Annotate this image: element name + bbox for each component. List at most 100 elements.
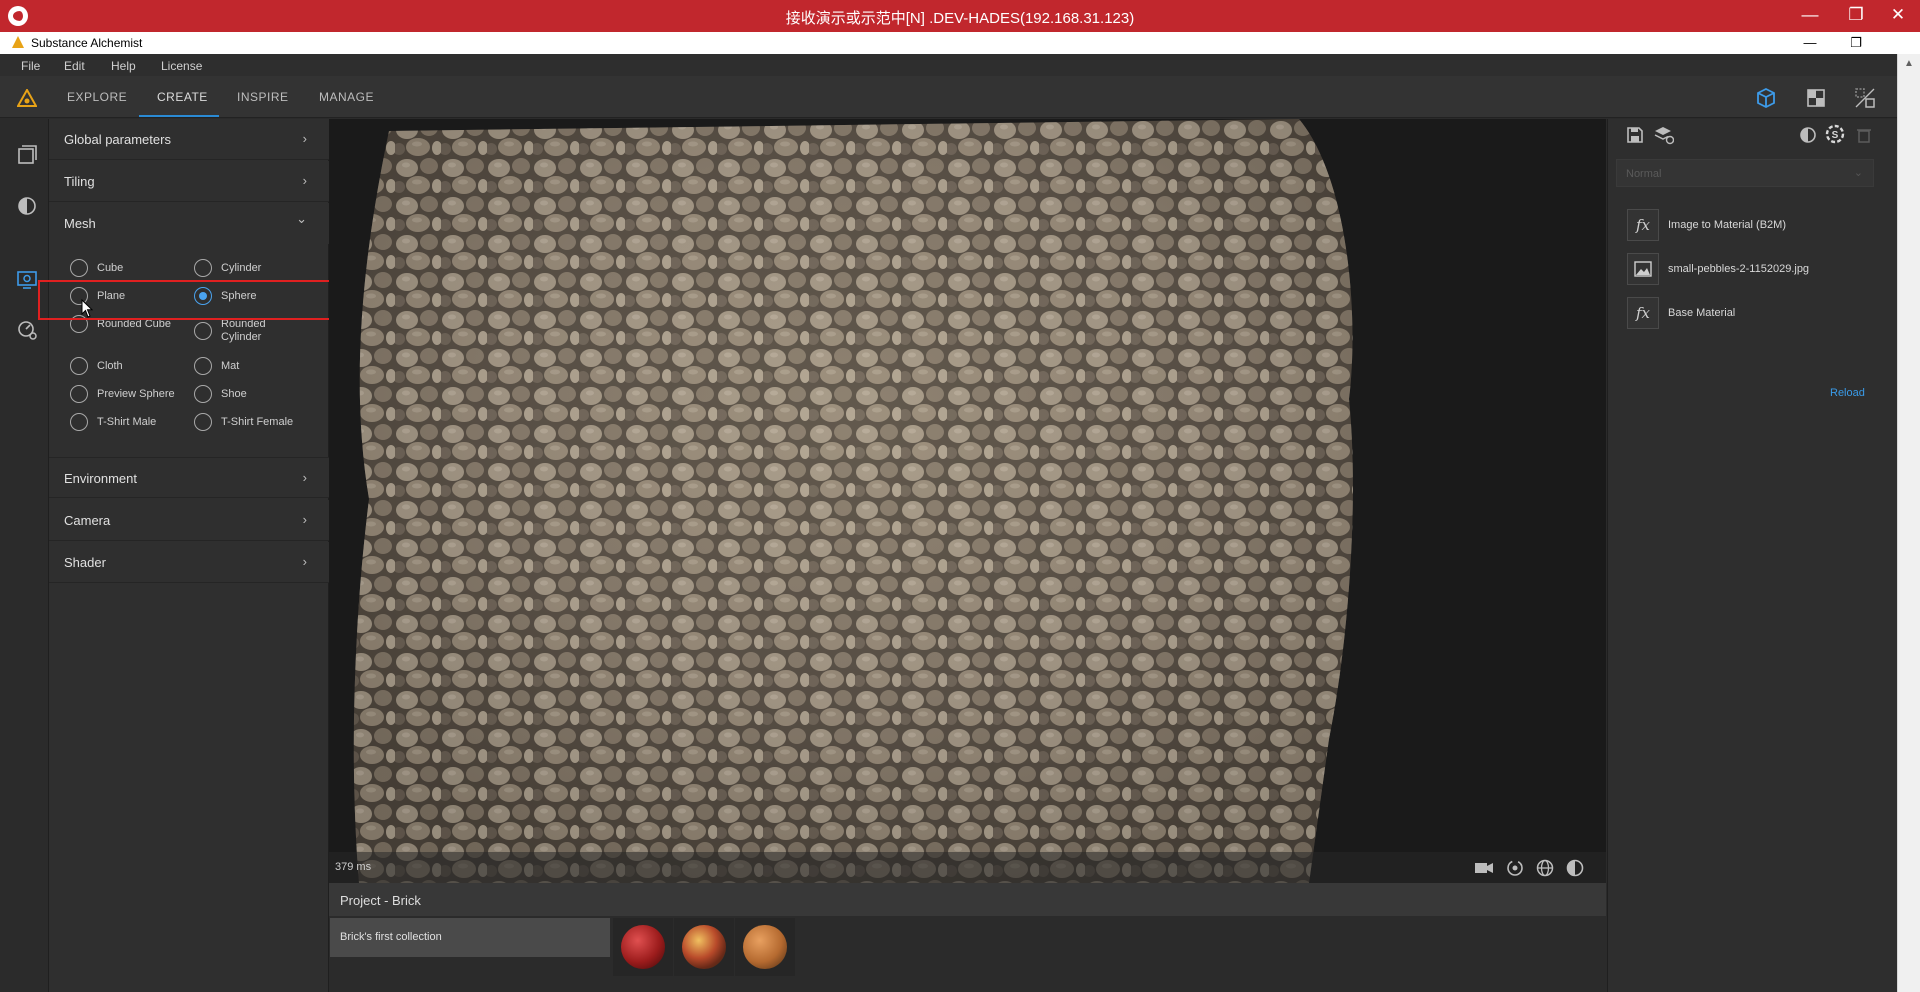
- radio-sphere[interactable]: [194, 287, 212, 305]
- add-layer-icon[interactable]: [1654, 125, 1674, 145]
- alchemist-logo-icon: [17, 89, 37, 107]
- radio-label-plane: Plane: [97, 290, 126, 302]
- fx-icon: fx: [1627, 297, 1659, 329]
- section-label: Mesh: [64, 216, 96, 231]
- remote-maximize-button[interactable]: ❐: [1836, 2, 1876, 28]
- tab-create[interactable]: CREATE: [157, 90, 208, 104]
- radio-cylinder[interactable]: [194, 259, 212, 277]
- image-icon: [1627, 253, 1659, 285]
- mixed-material-thumbnail: [682, 925, 726, 969]
- radio-label-sphere: Sphere: [221, 290, 257, 302]
- orange-material-thumbnail: [743, 925, 787, 969]
- 3d-viewport[interactable]: 379 ms: [329, 119, 1606, 883]
- mask-icon[interactable]: [1798, 125, 1818, 145]
- project-collections: Brick's first collection: [329, 916, 1606, 992]
- substance-icon[interactable]: S: [1824, 123, 1846, 145]
- remote-minimize-button[interactable]: —: [1790, 2, 1830, 28]
- blend-mode-value: Normal: [1626, 168, 1662, 180]
- rotate-light-icon[interactable]: [1504, 857, 1526, 879]
- settings-icon[interactable]: [16, 319, 38, 341]
- menu-license[interactable]: License: [161, 59, 202, 73]
- app-restore-button[interactable]: ❐: [1838, 33, 1874, 53]
- radio-cloth[interactable]: [70, 357, 88, 375]
- tab-explore[interactable]: EXPLORE: [67, 90, 127, 104]
- section-camera[interactable]: Camera ›: [49, 500, 329, 541]
- radio-label-mat: Mat: [221, 360, 240, 372]
- menu-file[interactable]: File: [21, 59, 40, 73]
- radio-label-cloth: Cloth: [97, 360, 123, 372]
- remote-desktop-title-bar: 接收演示或示范中[N] .DEV-HADES(192.168.31.123) —…: [0, 0, 1920, 32]
- main-toolbar: EXPLORE CREATE INSPIRE MANAGE: [0, 76, 1897, 118]
- radio-label-rounded-cube: Rounded Cube: [97, 318, 172, 330]
- material-thumbnail[interactable]: [735, 918, 795, 976]
- substance-logo-icon: [12, 36, 24, 48]
- active-tab-indicator: [139, 115, 219, 117]
- material-icon[interactable]: [16, 195, 38, 217]
- section-label: Tiling: [64, 174, 95, 189]
- layer-label: small-pebbles-2-1152029.jpg: [1668, 263, 1810, 275]
- radio-preview-sphere[interactable]: [70, 385, 88, 403]
- section-label: Environment: [64, 471, 137, 486]
- material-thumbnail[interactable]: [674, 918, 734, 976]
- tab-inspire[interactable]: INSPIRE: [237, 90, 289, 104]
- menu-bar: File Edit Help License: [0, 54, 1897, 76]
- radio-cube[interactable]: [70, 259, 88, 277]
- environment-icon[interactable]: [1534, 857, 1556, 879]
- section-label: Shader: [64, 555, 106, 570]
- radio-tshirt-female[interactable]: [194, 413, 212, 431]
- shading-icon[interactable]: [1564, 857, 1586, 879]
- radio-label-line: Rounded: [221, 318, 266, 330]
- parameters-panel: Global parameters › Tiling › Mesh ⌄ Cube…: [49, 119, 329, 992]
- scroll-up-icon[interactable]: ▲: [1904, 58, 1914, 69]
- 2d-view-icon[interactable]: [1804, 86, 1828, 110]
- chevron-right-icon: ›: [302, 470, 307, 485]
- project-title: Project - Brick: [340, 893, 421, 908]
- radio-mat[interactable]: [194, 357, 212, 375]
- section-mesh[interactable]: Mesh ⌄: [49, 203, 329, 244]
- delete-icon[interactable]: [1854, 125, 1874, 145]
- chevron-down-icon: ⌄: [296, 211, 307, 226]
- save-icon[interactable]: [1625, 125, 1645, 145]
- section-shader[interactable]: Shader ›: [49, 542, 329, 583]
- radio-shoe[interactable]: [194, 385, 212, 403]
- menu-help[interactable]: Help: [111, 59, 136, 73]
- material-thumbnail[interactable]: [613, 918, 673, 976]
- section-tiling[interactable]: Tiling ›: [49, 161, 329, 202]
- radio-label-preview-sphere: Preview Sphere: [97, 388, 175, 400]
- 3d-view-icon[interactable]: [1754, 86, 1778, 110]
- chevron-right-icon: ›: [302, 554, 307, 569]
- library-icon[interactable]: [16, 144, 38, 166]
- radio-label-tshirt-male: T-Shirt Male: [97, 416, 157, 428]
- window-scrollbar[interactable]: ▲: [1897, 54, 1920, 992]
- section-label: Global parameters: [64, 132, 171, 147]
- remote-close-button[interactable]: ✕: [1878, 2, 1918, 28]
- layer-item[interactable]: fx Image to Material (B2M): [1627, 209, 1887, 243]
- layer-label: Base Material: [1668, 307, 1736, 319]
- viewport-footer: 379 ms: [329, 852, 1606, 883]
- section-global-parameters[interactable]: Global parameters ›: [49, 119, 329, 160]
- camera-icon[interactable]: [1473, 857, 1495, 879]
- tab-manage[interactable]: MANAGE: [319, 90, 374, 104]
- layer-item[interactable]: fx Base Material: [1627, 297, 1887, 331]
- layer-item[interactable]: small-pebbles-2-1152029.jpg: [1627, 253, 1887, 287]
- reload-link[interactable]: Reload: [1830, 387, 1865, 399]
- render-settings-icon[interactable]: [16, 269, 38, 291]
- app-minimize-button[interactable]: —: [1792, 33, 1828, 53]
- red-material-thumbnail: [621, 925, 665, 969]
- radio-label-rounded-cylinder: Rounded Cylinder: [221, 318, 266, 344]
- radio-label-line: Cylinder: [221, 331, 262, 343]
- radio-rounded-cylinder[interactable]: [194, 322, 212, 340]
- section-environment[interactable]: Environment ›: [49, 457, 329, 498]
- collection-item[interactable]: Brick's first collection: [330, 918, 610, 957]
- split-view-icon[interactable]: [1853, 86, 1877, 110]
- chevron-right-icon: ›: [302, 131, 307, 146]
- menu-edit[interactable]: Edit: [64, 59, 85, 73]
- svg-text:S: S: [1832, 130, 1839, 141]
- blend-mode-dropdown[interactable]: Normal ⌄: [1616, 159, 1874, 187]
- layers-panel: S Normal ⌄ fx Image to Material (B2M) sm…: [1607, 119, 1897, 992]
- left-icon-rail: [0, 119, 49, 992]
- radio-tshirt-male[interactable]: [70, 413, 88, 431]
- radio-label-tshirt-female: T-Shirt Female: [221, 416, 294, 428]
- fx-icon: fx: [1627, 209, 1659, 241]
- chevron-right-icon: ›: [302, 173, 307, 188]
